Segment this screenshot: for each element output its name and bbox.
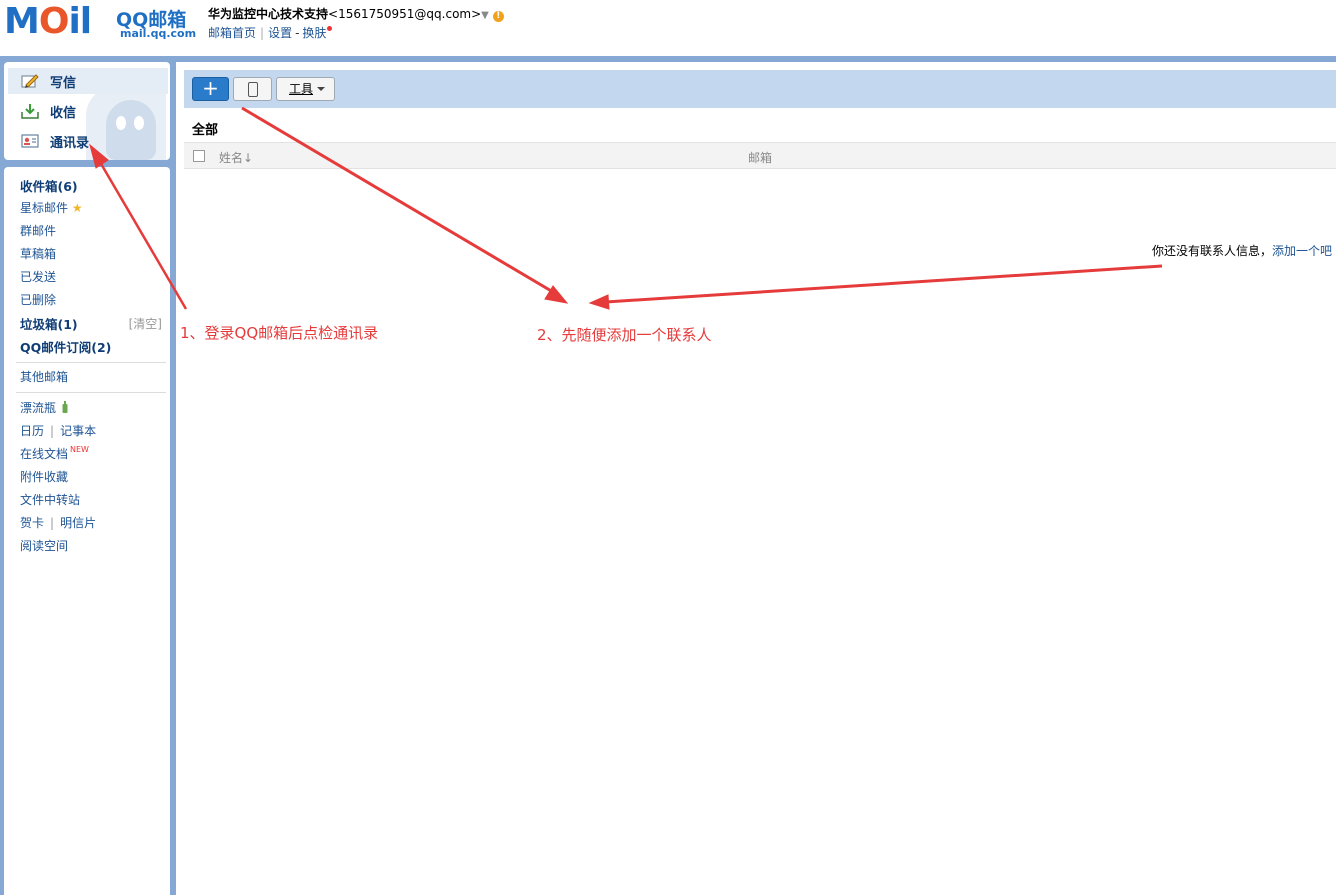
folder-sent[interactable]: 已发送 bbox=[20, 268, 56, 285]
receive-label: 收信 bbox=[50, 105, 77, 121]
divider bbox=[16, 362, 166, 363]
calendar-notebook-row: 日历 | 记事本 bbox=[20, 422, 96, 439]
postcard-link[interactable]: 明信片 bbox=[60, 516, 96, 530]
cards-row: 贺卡 | 明信片 bbox=[20, 514, 96, 531]
logo-word: MOil bbox=[4, 1, 92, 42]
folder-deleted[interactable]: 已删除 bbox=[20, 291, 56, 308]
bottle-icon bbox=[62, 401, 68, 413]
star-icon: ★ bbox=[71, 201, 83, 215]
skin-link[interactable]: 换肤 bbox=[302, 26, 326, 40]
other-mailbox-link[interactable]: 其他邮箱 bbox=[20, 368, 68, 385]
warning-icon[interactable]: ! bbox=[492, 11, 504, 22]
folder-inbox[interactable]: 收件箱(6) bbox=[20, 176, 78, 195]
contacts-table-header: 姓名↓ 邮箱 bbox=[184, 142, 1336, 169]
chevron-down-icon bbox=[317, 87, 326, 91]
greeting-card-link[interactable]: 贺卡 bbox=[20, 516, 44, 530]
folder-starred[interactable]: 星标邮件 ★ bbox=[20, 199, 83, 216]
inbox-download-icon bbox=[21, 103, 39, 119]
top-links: 邮箱首页 | 设置 - 换肤 bbox=[208, 24, 333, 41]
drift-bottle-label: 漂流瓶 bbox=[20, 401, 57, 415]
online-docs-link[interactable]: 在线文档 NEW bbox=[20, 445, 89, 462]
folder-group-mail[interactable]: 群邮件 bbox=[20, 222, 56, 239]
contacts-label: 通讯录 bbox=[50, 135, 90, 151]
contacts-toolbar: + 工具 bbox=[184, 70, 1336, 108]
notification-dot-icon bbox=[327, 26, 333, 31]
annotation-note-2: 2、先随便添加一个联系人 bbox=[537, 326, 712, 344]
qqmail-logo[interactable]: MOil QQ邮箱 mail.qq.com bbox=[4, 1, 196, 43]
tools-dropdown[interactable]: 工具 bbox=[276, 77, 335, 101]
add-contact-link[interactable]: 添加一个吧 bbox=[1272, 244, 1332, 258]
online-docs-label: 在线文档 bbox=[20, 447, 69, 461]
separator: | bbox=[50, 516, 55, 530]
attachments-link[interactable]: 附件收藏 bbox=[20, 468, 68, 485]
empty-state: 你还没有联系人信息，添加一个吧 bbox=[1152, 242, 1332, 259]
mobile-sync-button[interactable] bbox=[233, 77, 272, 101]
file-transfer-link[interactable]: 文件中转站 bbox=[20, 491, 80, 508]
contacts-button[interactable]: 通讯录 bbox=[8, 128, 168, 154]
folder-starred-label: 星标邮件 bbox=[20, 201, 69, 215]
empty-message: 你还没有联系人信息， bbox=[1151, 244, 1272, 258]
notebook-link[interactable]: 记事本 bbox=[60, 424, 96, 438]
account-dropdown-icon[interactable]: ▼ bbox=[481, 10, 489, 21]
column-email-header: 邮箱 bbox=[748, 151, 773, 165]
account-address: <1561750951@qq.com> bbox=[328, 7, 482, 21]
separator: | bbox=[50, 424, 55, 438]
new-badge: NEW bbox=[70, 445, 89, 454]
reading-space-link[interactable]: 阅读空间 bbox=[20, 537, 68, 554]
folder-subscriptions[interactable]: QQ邮件订阅(2) bbox=[20, 337, 111, 356]
calendar-link[interactable]: 日历 bbox=[20, 424, 44, 438]
folder-drafts[interactable]: 草稿箱 bbox=[20, 245, 56, 262]
pencil-icon bbox=[21, 73, 39, 89]
phone-icon bbox=[248, 82, 258, 97]
logo-url: mail.qq.com bbox=[120, 27, 197, 40]
column-name-header[interactable]: 姓名↓ bbox=[219, 149, 253, 166]
folder-spam[interactable]: 垃圾箱(1) bbox=[20, 314, 78, 333]
drift-bottle-link[interactable]: 漂流瓶 bbox=[20, 399, 68, 416]
separator: - bbox=[295, 26, 300, 40]
mail-home-link[interactable]: 邮箱首页 bbox=[208, 26, 256, 40]
compose-button[interactable]: 写信 bbox=[8, 68, 168, 94]
account-info: 华为监控中心技术支持<1561750951@qq.com>▼! bbox=[208, 5, 504, 22]
contacts-panel: + 工具 全部 姓名↓ 邮箱 你还没有联系人信息，添加一个吧 bbox=[176, 62, 1336, 895]
add-contact-button[interactable]: + bbox=[192, 77, 229, 101]
account-name: 华为监控中心技术支持 bbox=[208, 7, 329, 21]
compose-label: 写信 bbox=[50, 75, 77, 91]
sidebar-actions: 写信 收信 通讯录 bbox=[4, 62, 170, 160]
header: MOil QQ邮箱 mail.qq.com 华为监控中心技术支持<1561750… bbox=[0, 0, 1336, 56]
separator: | bbox=[260, 26, 265, 40]
clear-spam-link[interactable]: [清空] bbox=[129, 315, 162, 332]
tools-label: 工具 bbox=[289, 82, 314, 96]
folder-list: 收件箱(6) 星标邮件 ★ 群邮件 草稿箱 已发送 已删除 垃圾箱(1) [清空… bbox=[4, 167, 170, 895]
group-title: 全部 bbox=[192, 123, 219, 138]
address-book-icon bbox=[21, 133, 39, 149]
divider bbox=[16, 392, 166, 393]
annotation-note-1: 1、登录QQ邮箱后点检通讯录 bbox=[180, 324, 379, 342]
settings-link[interactable]: 设置 bbox=[268, 26, 292, 40]
receive-button[interactable]: 收信 bbox=[8, 98, 168, 124]
select-all-checkbox[interactable] bbox=[193, 150, 205, 162]
